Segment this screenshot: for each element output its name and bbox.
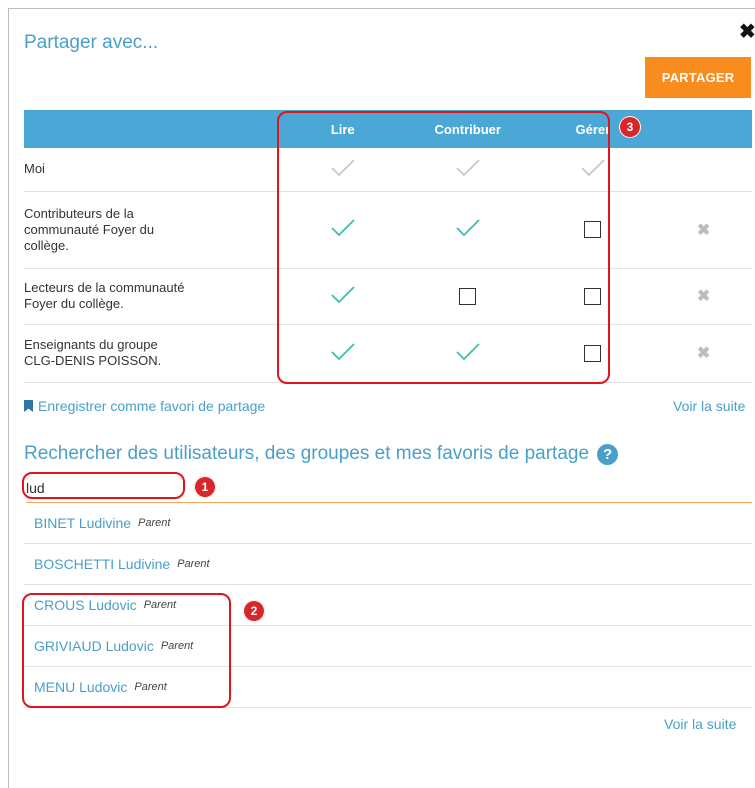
share-button[interactable]: PARTAGER [645,57,751,98]
close-icon[interactable]: ✖ [739,22,755,42]
see-more-results-link[interactable]: Voir la suite [664,716,736,732]
result-role: Parent [138,517,171,529]
remove-x-icon[interactable]: ✖ [697,288,710,305]
remove-cell: ✖ [655,191,752,269]
annotation-box-permissions [277,111,610,384]
dialog-title: Partager avec... [24,32,159,53]
header-name [24,110,281,148]
remove-x-icon[interactable]: ✖ [697,345,710,362]
search-result-item[interactable]: BOSCHETTI Ludivine Parent [24,544,752,585]
remove-cell [655,148,752,192]
annotation-badge-3: 3 [619,116,641,138]
permission-row-name: Lecteurs de la communauté Foyer du collè… [24,268,281,325]
save-favorite-link[interactable]: Enregistrer comme favori de partage [24,398,265,414]
search-heading-text: Rechercher des utilisateurs, des groupes… [24,443,590,464]
annotation-badge-2: 2 [243,600,265,622]
see-more-permissions-link[interactable]: Voir la suite [673,398,745,414]
permission-row-name: Enseignants du groupe CLG-DENIS POISSON. [24,324,281,383]
save-favorite-label: Enregistrer comme favori de partage [38,398,266,414]
remove-cell: ✖ [655,268,752,325]
search-result-item[interactable]: BINET Ludivine Parent [24,503,752,544]
remove-cell: ✖ [655,324,752,383]
remove-x-icon[interactable]: ✖ [697,222,710,239]
help-icon[interactable]: ? [597,443,619,465]
search-heading: Rechercher des utilisateurs, des groupes… [24,443,619,465]
result-name: BOSCHETTI Ludivine [34,556,171,572]
header-remove [655,110,752,148]
annotation-box-search [22,472,185,499]
annotation-badge-1: 1 [194,476,216,498]
result-role: Parent [177,558,210,570]
permission-row-name: Contributeurs de la communauté Foyer du … [24,191,281,269]
bookmark-icon [24,400,33,412]
result-name: BINET Ludivine [34,515,132,531]
annotation-box-results [22,593,231,708]
permission-row-name: Moi [24,148,281,192]
